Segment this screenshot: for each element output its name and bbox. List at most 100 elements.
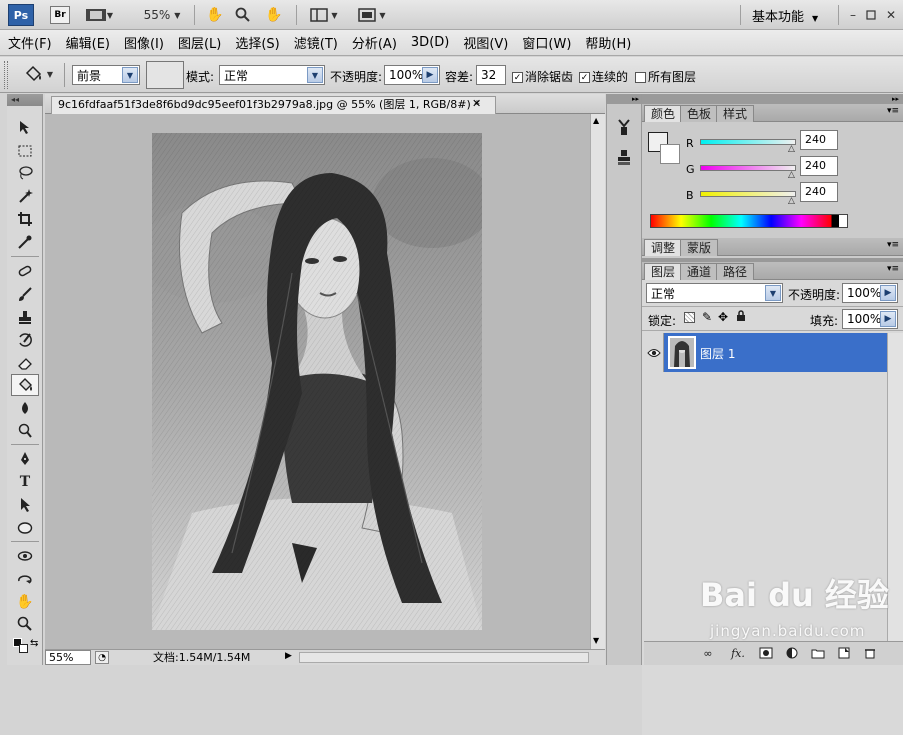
menu-image[interactable]: 图像(I) — [124, 33, 164, 52]
zoom-tool-icon[interactable] — [232, 6, 254, 24]
hand-tool-icon[interactable]: ✋ — [204, 6, 226, 24]
pen-tool-icon[interactable] — [11, 448, 39, 470]
red-slider[interactable] — [700, 139, 796, 145]
layers-scrollbar[interactable] — [887, 333, 903, 641]
zoom-level-dropdown[interactable]: 55% ▼ — [140, 6, 184, 24]
add-mask-icon[interactable] — [758, 646, 774, 660]
lock-position-icon[interactable]: ✥ — [718, 310, 728, 324]
document-tab[interactable]: 9c16fdfaaf51f3de8f6bd9dc95eef01f3b2979a8… — [51, 96, 496, 114]
tab-paths[interactable]: 路径 — [716, 263, 755, 280]
tab-color[interactable]: 颜色 — [644, 105, 683, 122]
clone-stamp-tool-icon[interactable] — [11, 306, 39, 328]
scroll-down-icon[interactable]: ▼ — [593, 636, 599, 645]
antialias-checkbox[interactable]: ✓ 消除锯齿 — [512, 68, 573, 85]
paint-bucket-preset-icon[interactable]: ▼ — [18, 65, 58, 83]
crop-tool-icon[interactable] — [11, 208, 39, 230]
film-strip-icon[interactable]: ▼ — [84, 6, 114, 24]
tab-adjustments[interactable]: 调整 — [644, 239, 683, 256]
move-tool-icon[interactable] — [11, 116, 39, 138]
menu-layer[interactable]: 图层(L) — [178, 33, 221, 52]
status-zoom-input[interactable]: 55% — [45, 650, 91, 665]
layer-name[interactable]: 图层 1 — [700, 345, 735, 362]
layer-row[interactable]: 图层 1 — [644, 333, 887, 372]
green-value-input[interactable]: 240 — [800, 156, 838, 176]
new-layer-icon[interactable] — [836, 646, 852, 660]
document-image[interactable] — [152, 133, 482, 630]
tool-presets-icon[interactable] — [616, 118, 632, 140]
adjustment-layer-icon[interactable] — [784, 646, 800, 660]
blue-value-input[interactable]: 240 — [800, 182, 838, 202]
panel-background-swatch[interactable] — [660, 144, 680, 164]
status-menu-arrow-icon[interactable]: ▶ — [285, 651, 292, 661]
path-selection-tool-icon[interactable] — [11, 494, 39, 516]
fill-input[interactable]: 100% ▶ — [842, 309, 898, 329]
menu-3d[interactable]: 3D(D) — [411, 35, 449, 50]
rotate-view-icon[interactable]: ✋ — [262, 6, 286, 24]
tab-layers[interactable]: 图层 — [644, 263, 683, 280]
blue-slider[interactable] — [700, 191, 796, 197]
paint-bucket-tool-icon[interactable] — [11, 374, 39, 396]
scroll-up-icon[interactable]: ▲ — [593, 116, 599, 125]
all-layers-checkbox[interactable]: 所有图层 — [635, 68, 696, 85]
maximize-icon[interactable] — [864, 6, 878, 24]
lock-pixels-icon[interactable]: ✎ — [702, 310, 712, 324]
menu-analysis[interactable]: 分析(A) — [352, 33, 397, 52]
slider-thumb-icon[interactable]: △ — [788, 196, 795, 206]
contiguous-checkbox[interactable]: ✓ 连续的 — [579, 68, 628, 85]
panel-menu-icon[interactable]: ▾≡ — [887, 106, 899, 116]
workspace-switcher[interactable]: 基本功能 ▼ — [752, 6, 818, 25]
menu-window[interactable]: 窗口(W) — [522, 33, 571, 52]
marquee-tool-icon[interactable] — [11, 140, 39, 162]
lock-transparent-icon[interactable] — [684, 312, 695, 323]
lock-all-icon[interactable] — [736, 310, 746, 325]
dodge-tool-icon[interactable] — [11, 420, 39, 442]
pattern-picker[interactable] — [146, 61, 184, 89]
tab-masks[interactable]: 蒙版 — [680, 239, 719, 256]
eyedropper-tool-icon[interactable] — [11, 231, 39, 253]
opacity-input[interactable]: 100% ▶ — [384, 65, 440, 85]
green-slider[interactable] — [700, 165, 796, 171]
menu-edit[interactable]: 编辑(E) — [66, 33, 110, 52]
lasso-tool-icon[interactable] — [11, 162, 39, 184]
layer-visibility-eye-icon[interactable] — [644, 333, 664, 372]
mode-select[interactable]: 正常 ▼ — [219, 65, 325, 85]
arrange-documents-icon[interactable]: ▼ — [306, 6, 342, 24]
delete-layer-icon[interactable] — [862, 646, 878, 660]
bridge-button[interactable]: Br — [50, 6, 70, 24]
new-group-icon[interactable] — [810, 646, 826, 660]
swap-colors-icon[interactable]: ⇆ — [30, 638, 38, 649]
tolerance-input[interactable]: 32 — [476, 65, 506, 85]
fill-source-select[interactable]: 前景 ▼ — [72, 65, 140, 85]
menu-filter[interactable]: 滤镜(T) — [294, 33, 338, 52]
horizontal-scrollbar[interactable] — [299, 652, 589, 663]
vertical-scrollbar[interactable]: ▲ ▼ — [590, 114, 605, 649]
minimize-icon[interactable]: – — [846, 6, 860, 24]
zoom-tool-icon[interactable] — [11, 613, 39, 635]
history-brush-tool-icon[interactable] — [11, 329, 39, 351]
slider-thumb-icon[interactable]: △ — [788, 144, 795, 154]
tab-channels[interactable]: 通道 — [680, 263, 719, 280]
status-info-icon[interactable]: ◔ — [95, 651, 109, 664]
close-tab-icon[interactable]: ✕ — [472, 97, 481, 110]
3d-rotate-tool-icon[interactable] — [11, 545, 39, 567]
hand-tool-icon[interactable]: ✋ — [11, 591, 39, 613]
tab-swatches[interactable]: 色板 — [680, 105, 719, 122]
panel-menu-icon[interactable]: ▾≡ — [887, 264, 899, 274]
link-layers-icon[interactable]: ∞ — [700, 646, 716, 660]
brush-tool-icon[interactable] — [11, 283, 39, 305]
color-swatches[interactable]: ⇆ — [11, 634, 39, 662]
clone-source-icon[interactable] — [616, 148, 632, 170]
close-icon[interactable]: ✕ — [884, 6, 898, 24]
color-spectrum-bar[interactable] — [650, 214, 848, 228]
slider-thumb-icon[interactable]: △ — [788, 170, 795, 180]
screen-mode-icon[interactable]: ▼ — [354, 6, 390, 24]
healing-brush-tool-icon[interactable] — [11, 260, 39, 282]
layer-opacity-input[interactable]: 100% ▶ — [842, 283, 898, 303]
menu-help[interactable]: 帮助(H) — [585, 33, 631, 52]
menu-select[interactable]: 选择(S) — [235, 33, 279, 52]
blend-mode-select[interactable]: 正常 ▼ — [646, 283, 783, 303]
blur-tool-icon[interactable] — [11, 397, 39, 419]
type-tool-icon[interactable]: T — [11, 471, 39, 493]
panel-menu-icon[interactable]: ▾≡ — [887, 240, 899, 250]
layer-style-icon[interactable]: fx. — [730, 646, 746, 660]
